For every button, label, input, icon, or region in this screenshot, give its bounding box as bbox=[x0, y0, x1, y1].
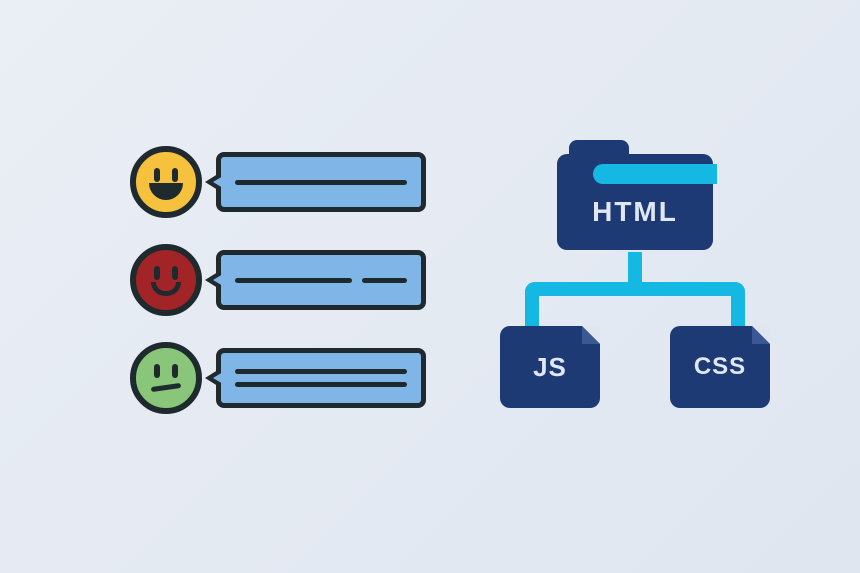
speech-bubble bbox=[216, 348, 426, 408]
tree-connector-icon bbox=[525, 252, 745, 330]
happy-face-icon bbox=[130, 146, 202, 218]
feedback-row-happy bbox=[130, 145, 470, 219]
tech-tree: HTML JS CSS bbox=[490, 140, 780, 408]
feedback-row-meh bbox=[130, 341, 470, 415]
speech-bubble bbox=[216, 152, 426, 212]
meh-face-icon bbox=[130, 342, 202, 414]
js-label: JS bbox=[533, 352, 567, 383]
css-label: CSS bbox=[694, 353, 746, 381]
smile-face-icon bbox=[130, 244, 202, 316]
feedback-column bbox=[130, 145, 470, 439]
speech-bubble bbox=[216, 250, 426, 310]
css-file-icon: CSS bbox=[670, 326, 770, 408]
illustration-canvas: HTML JS CSS bbox=[0, 0, 860, 573]
tech-children: JS CSS bbox=[500, 326, 770, 408]
html-folder-icon: HTML bbox=[557, 140, 713, 250]
js-file-icon: JS bbox=[500, 326, 600, 408]
html-label: HTML bbox=[557, 196, 713, 228]
feedback-row-smile bbox=[130, 243, 470, 317]
